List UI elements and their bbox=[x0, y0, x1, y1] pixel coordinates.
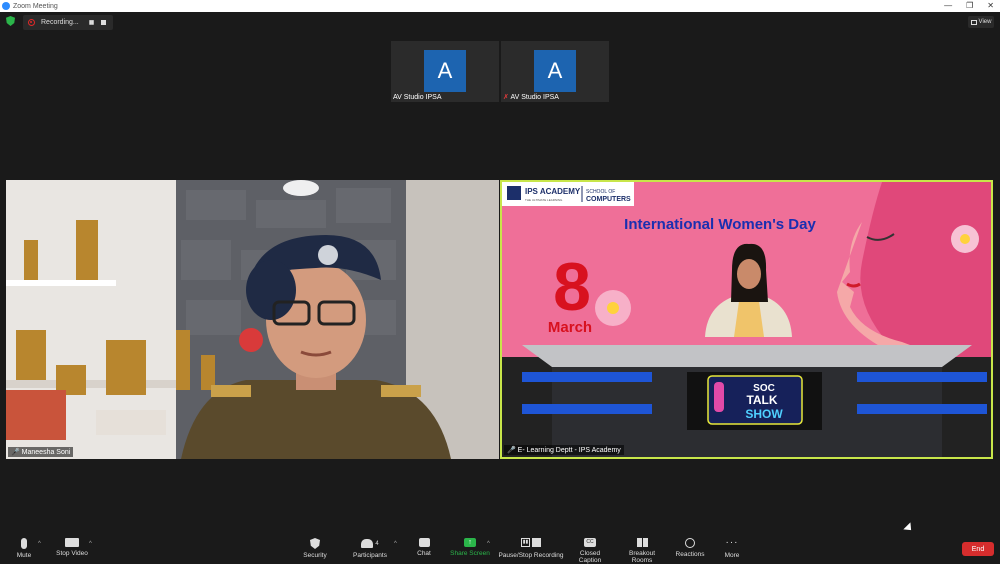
avatar: A bbox=[424, 50, 466, 92]
participant-thumbnail[interactable]: A ✗ AV Studio IPSA bbox=[501, 41, 609, 102]
date-month: March bbox=[548, 319, 592, 336]
participant-name: ✗ AV Studio IPSA bbox=[503, 94, 559, 101]
window-title: Zoom Meeting bbox=[13, 2, 58, 10]
minimize-icon[interactable]: — bbox=[944, 0, 952, 12]
meeting-toolbar: Mute ^ Stop Video ^ Security 4 Participa… bbox=[0, 531, 1000, 564]
video-options-caret[interactable]: ^ bbox=[89, 541, 92, 547]
breakout-rooms-button[interactable]: Breakout Rooms bbox=[618, 538, 666, 564]
participant-thumbnail[interactable]: A AV Studio IPSA bbox=[391, 41, 499, 102]
stop-recording-icon[interactable] bbox=[101, 20, 107, 25]
record-icon bbox=[28, 19, 35, 26]
speaker-video-feed bbox=[6, 180, 499, 459]
share-screen-icon: ↑ bbox=[464, 538, 476, 547]
participant-name-label: 🎤 Maneesha Soni bbox=[8, 447, 74, 457]
pause-icon: ▮▮ bbox=[521, 538, 530, 547]
mic-icon: 🎤 bbox=[11, 449, 20, 456]
meeting-topbar: Recording... ▮▮ View bbox=[0, 12, 1000, 32]
avatar: A bbox=[534, 50, 576, 92]
microphone-icon bbox=[21, 538, 27, 549]
end-meeting-button[interactable]: End bbox=[962, 542, 994, 556]
breakout-rooms-icon bbox=[636, 538, 648, 547]
view-button[interactable]: View bbox=[968, 16, 994, 28]
view-label: View bbox=[978, 19, 992, 25]
more-button[interactable]: ··· More bbox=[720, 537, 744, 560]
mic-icon: 🎤 bbox=[507, 447, 516, 454]
participants-options-caret[interactable]: ^ bbox=[394, 541, 397, 547]
participant-name-label: 🎤 E- Learning Deptt - IPS Academy bbox=[504, 445, 624, 455]
show-title-line2: TALK bbox=[746, 393, 777, 407]
pause-stop-recording-button[interactable]: ▮▮ Pause/Stop Recording bbox=[498, 538, 564, 559]
share-options-caret[interactable]: ^ bbox=[487, 541, 490, 547]
logo-tagline: THE ULTIMATE LEARNING bbox=[525, 198, 563, 202]
shield-icon bbox=[310, 538, 320, 549]
more-dots-icon: ··· bbox=[725, 537, 739, 548]
participants-button[interactable]: 4 Participants bbox=[350, 538, 390, 559]
studio-video-feed: IPS ACADEMY THE ULTIMATE LEARNING SCHOOL… bbox=[502, 182, 991, 457]
reactions-button[interactable]: Reactions bbox=[674, 538, 706, 558]
participants-count: 4 bbox=[375, 540, 379, 547]
video-tile-speaker[interactable]: 🎤 Maneesha Soni bbox=[6, 180, 499, 459]
logo-brand: IPS ACADEMY bbox=[525, 187, 581, 196]
recording-indicator: Recording... ▮▮ bbox=[23, 15, 113, 30]
restore-icon[interactable]: ❐ bbox=[966, 0, 973, 12]
closed-caption-icon: CC bbox=[584, 538, 596, 547]
window-controls: — ❐ ✕ bbox=[944, 0, 994, 12]
show-title-line3: SHOW bbox=[745, 407, 783, 421]
share-screen-button[interactable]: ↑ Share Screen bbox=[450, 538, 490, 557]
close-icon[interactable]: ✕ bbox=[987, 0, 994, 12]
date-number: 8 bbox=[553, 249, 591, 325]
stop-video-button[interactable]: Stop Video bbox=[52, 538, 92, 557]
stop-icon bbox=[532, 538, 541, 547]
video-tile-studio[interactable]: IPS ACADEMY THE ULTIMATE LEARNING SCHOOL… bbox=[500, 180, 993, 459]
chat-button[interactable]: Chat bbox=[414, 538, 434, 557]
video-camera-icon bbox=[65, 538, 79, 547]
pause-recording-icon[interactable]: ▮▮ bbox=[89, 19, 95, 26]
headline: International Women's Day bbox=[624, 216, 816, 233]
audio-options-caret[interactable]: ^ bbox=[38, 541, 41, 547]
smiley-icon bbox=[685, 538, 695, 548]
zoom-app-icon bbox=[2, 2, 10, 10]
security-button[interactable]: Security bbox=[300, 538, 330, 559]
mute-button[interactable]: Mute bbox=[14, 538, 34, 559]
window-titlebar: Zoom Meeting — ❐ ✕ bbox=[0, 0, 1000, 12]
participant-name: AV Studio IPSA bbox=[393, 94, 442, 101]
security-shield-icon[interactable] bbox=[6, 16, 15, 26]
logo-dept-line2: COMPUTERS bbox=[586, 196, 631, 203]
closed-caption-button[interactable]: CC Closed Caption bbox=[568, 538, 612, 564]
grid-view-icon bbox=[970, 19, 977, 25]
recording-label: Recording... bbox=[41, 19, 79, 26]
muted-mic-icon: ✗ bbox=[503, 94, 509, 101]
logo-dept-line1: SCHOOL OF bbox=[586, 189, 615, 195]
chat-bubble-icon bbox=[418, 538, 430, 547]
participants-icon bbox=[361, 539, 374, 548]
